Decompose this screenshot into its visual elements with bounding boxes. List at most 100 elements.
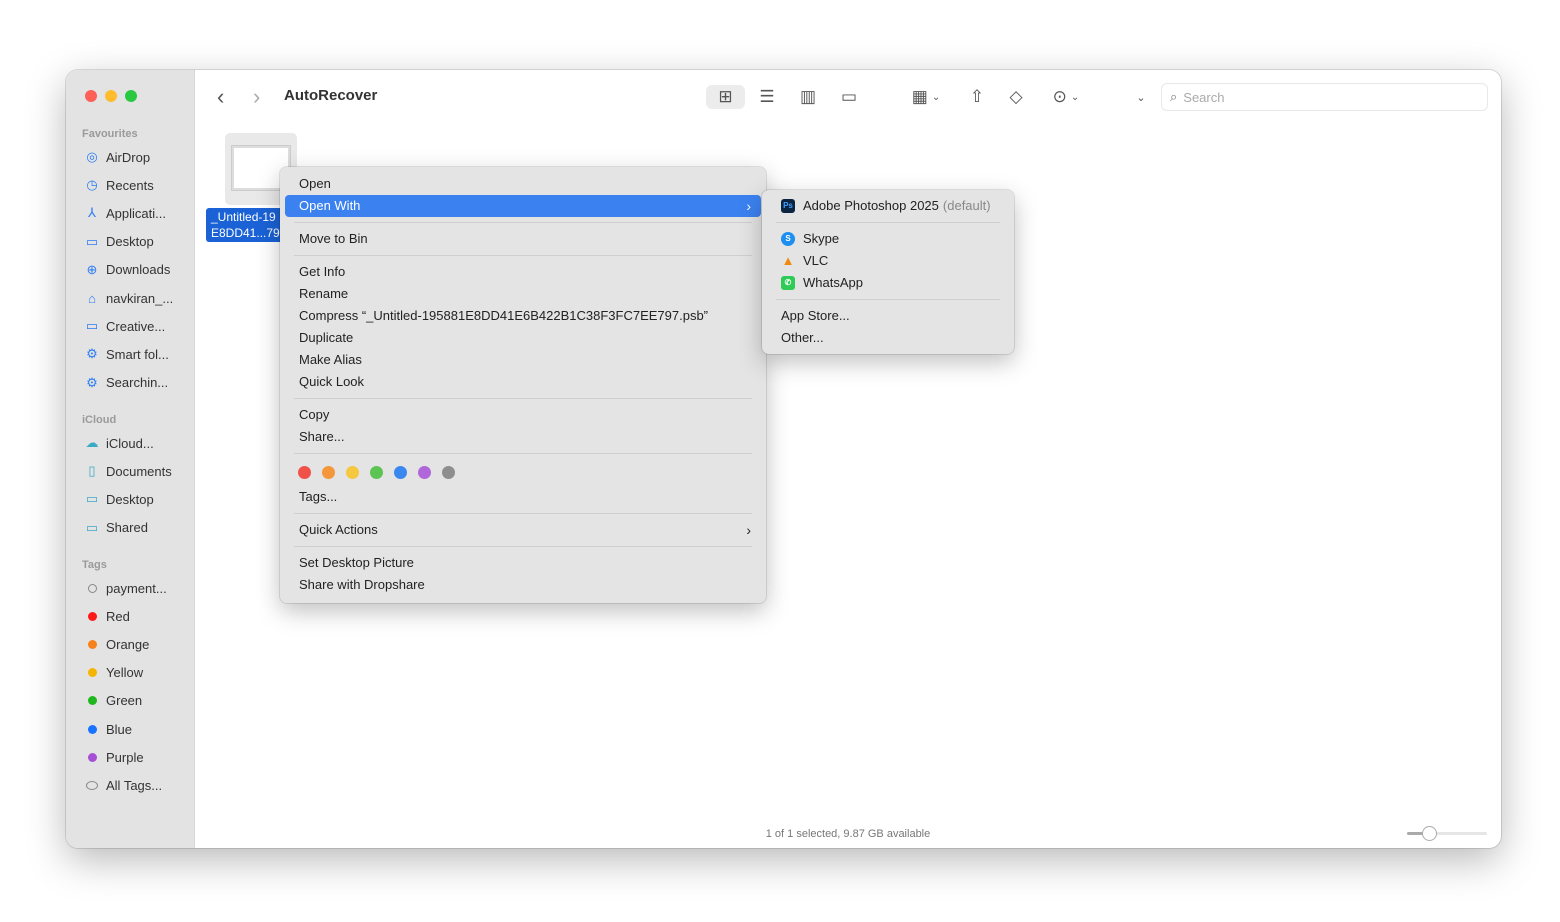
chevron-down-icon: ⌄ xyxy=(1070,91,1080,103)
menu-item-set-desktop-picture[interactable]: Set Desktop Picture xyxy=(285,552,761,574)
sidebar-item[interactable]: ⅄ Applicati... xyxy=(66,199,195,227)
file-name-label[interactable]: _Untitled-19 E8DD41...79 xyxy=(206,208,286,242)
app-name: VLC xyxy=(803,253,829,268)
sidebar-item[interactable]: ▭ Creative... xyxy=(66,312,195,340)
submenu-item-skype[interactable]: S Skype xyxy=(767,228,1009,250)
slider-knob[interactable] xyxy=(1421,826,1437,841)
gallery-view-button[interactable]: ▭ xyxy=(835,85,863,109)
back-button[interactable]: ‹ xyxy=(217,84,224,110)
section-header: Favourites xyxy=(82,128,138,140)
sidebar-item[interactable]: ▭ Shared xyxy=(66,514,195,542)
menu-item-move-to-bin[interactable]: Move to Bin xyxy=(285,228,761,250)
chevron-right-icon: › xyxy=(746,198,751,214)
sidebar-item[interactable]: All Tags... xyxy=(66,771,195,799)
clock-icon: ◷ xyxy=(86,177,98,193)
sidebar-item[interactable]: ▭ Desktop xyxy=(66,485,195,513)
sidebar-item[interactable]: Orange xyxy=(66,630,195,658)
sidebar-item[interactable]: ⚙ Smart fol... xyxy=(66,340,195,368)
list-icon: ☰ xyxy=(759,87,775,106)
tag-color-button[interactable] xyxy=(442,466,455,479)
sidebar-item[interactable]: Yellow xyxy=(66,659,195,687)
menu-item-open-with[interactable]: Open With › xyxy=(285,195,761,217)
menu-item-duplicate[interactable]: Duplicate xyxy=(285,327,761,349)
submenu-item-whatsapp[interactable]: ✆ WhatsApp xyxy=(767,272,1009,294)
group-button[interactable]: ▦ ⌄ xyxy=(905,85,947,109)
menu-item-make-alias[interactable]: Make Alias xyxy=(285,349,761,371)
photoshop-icon: Ps xyxy=(781,199,795,213)
chevron-right-icon: › xyxy=(746,522,751,538)
submenu-item-other[interactable]: Other... xyxy=(767,327,1009,349)
menu-item-get-info[interactable]: Get Info xyxy=(285,261,761,283)
menu-item-open[interactable]: Open xyxy=(285,173,761,195)
desktop-icon: ▭ xyxy=(85,491,99,507)
tag-color-button[interactable] xyxy=(346,466,359,479)
more-actions-button[interactable]: ⊙ ⌄ xyxy=(1045,85,1087,109)
sidebar-favourites: Favourites ◎ AirDrop ◷ Recents ⅄ Applicati... ▭… xyxy=(66,125,195,397)
open-with-submenu: Ps Adobe Photoshop 2025 (default) S Skype ▲… xyxy=(762,190,1014,354)
sidebar-item-label: All Tags... xyxy=(106,777,163,793)
sidebar-item[interactable]: ☁ iCloud... xyxy=(66,429,195,457)
tag-color-button[interactable] xyxy=(298,466,311,479)
sidebar-item[interactable]: ⚙ Searchin... xyxy=(66,369,195,397)
submenu-item-vlc[interactable]: ▲ VLC xyxy=(767,250,1009,272)
menu-item-rename[interactable]: Rename xyxy=(285,283,761,305)
menu-item-compress[interactable]: Compress “_Untitled-195881E8DD41E6B422B1… xyxy=(285,305,761,327)
tag-color-button[interactable] xyxy=(418,466,431,479)
submenu-item-photoshop[interactable]: Ps Adobe Photoshop 2025 (default) xyxy=(767,195,1009,217)
sidebar-item[interactable]: ◷ Recents xyxy=(66,171,195,199)
menu-item-tags[interactable]: Tags... xyxy=(285,486,761,508)
sidebar-item-label: Green xyxy=(106,693,143,709)
sidebar-item-label: Recents xyxy=(106,177,154,193)
tag-dot-icon xyxy=(84,636,100,652)
list-view-button[interactable]: ☰ xyxy=(753,85,781,109)
sidebar-item-label: Red xyxy=(106,608,130,624)
section-header: Tags xyxy=(82,559,107,571)
app-name: WhatsApp xyxy=(803,275,863,290)
forward-button[interactable]: › xyxy=(253,84,260,110)
tag-icon: ◇ xyxy=(1009,87,1023,106)
sidebar-item[interactable]: payment... xyxy=(66,574,195,602)
sidebar-item[interactable]: ⌂ navkiran_... xyxy=(66,284,195,312)
sidebar-item-label: Creative... xyxy=(106,318,166,334)
icon-size-slider[interactable] xyxy=(1407,826,1487,841)
shared-folder-icon: ▭ xyxy=(85,519,99,535)
sidebar-item[interactable]: ▭ Desktop xyxy=(66,228,195,256)
sidebar-item[interactable]: Red xyxy=(66,602,195,630)
submenu-item-app-store[interactable]: App Store... xyxy=(767,305,1009,327)
sidebar-item-label: Blue xyxy=(106,721,133,737)
overflow-chevron-button[interactable]: ⌄ xyxy=(1131,85,1151,109)
sidebar-item[interactable]: Green xyxy=(66,687,195,715)
home-icon: ⌂ xyxy=(88,290,96,306)
tag-color-button[interactable] xyxy=(370,466,383,479)
zoom-button[interactable] xyxy=(125,90,137,102)
tag-button[interactable]: ◇ xyxy=(1004,85,1028,109)
gear-icon: ⚙ xyxy=(86,374,98,390)
sidebar-item[interactable]: Blue xyxy=(66,715,195,743)
menu-item-quick-look[interactable]: Quick Look xyxy=(285,371,761,393)
close-button[interactable] xyxy=(85,90,97,102)
search-input[interactable]: ⌕ Search xyxy=(1161,83,1488,111)
gear-icon: ⚙ xyxy=(86,346,98,362)
gallery-icon: ▭ xyxy=(840,87,858,106)
sidebar-tags: Tags payment... Red Orange Yellow Green Blue Pu… xyxy=(66,556,195,800)
tag-color-button[interactable] xyxy=(394,466,407,479)
sidebar-item[interactable]: ◎ AirDrop xyxy=(66,143,195,171)
desktop-icon: ▭ xyxy=(85,233,99,249)
column-view-button[interactable]: ▥ xyxy=(794,85,822,109)
menu-item-copy[interactable]: Copy xyxy=(285,404,761,426)
tag-color-button[interactable] xyxy=(322,466,335,479)
sidebar-item-label: Yellow xyxy=(106,665,144,681)
app-name: Skype xyxy=(803,231,840,246)
window-title: AutoRecover xyxy=(284,87,378,104)
icon-view-button[interactable]: ⊞ xyxy=(706,85,745,109)
menu-item-share-dropshare[interactable]: Share with Dropshare xyxy=(285,574,761,596)
sidebar-item[interactable]: ▯ Documents xyxy=(66,457,195,485)
sidebar-item-label: Desktop xyxy=(106,234,154,250)
sidebar-item[interactable]: ⊕ Downloads xyxy=(66,256,195,284)
share-button[interactable]: ⇧ xyxy=(965,85,989,109)
sidebar-item[interactable]: Purple xyxy=(66,743,195,771)
menu-item-share[interactable]: Share... xyxy=(285,426,761,448)
minimize-button[interactable] xyxy=(105,90,117,102)
menu-item-quick-actions[interactable]: Quick Actions › xyxy=(285,519,761,541)
search-placeholder: Search xyxy=(1183,89,1225,105)
